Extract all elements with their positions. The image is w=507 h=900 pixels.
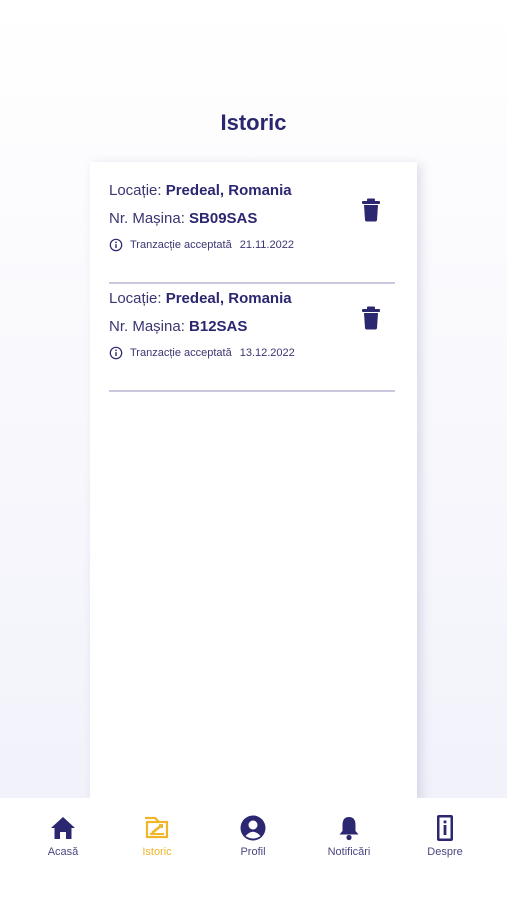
history-card: Locație: Predeal, Romania Nr. Mașina: SB… <box>90 162 417 802</box>
nav-item-istoric[interactable]: Istoric <box>117 814 197 858</box>
transaction-date: 21.11.2022 <box>239 239 294 251</box>
location-value: Predeal, Romania <box>165 290 292 307</box>
nav-label: Notificări <box>327 846 371 858</box>
plate-line: Nr. Mașina: SB09SAS <box>109 210 257 227</box>
profile-icon <box>240 815 266 841</box>
delete-trash-icon[interactable] <box>361 306 381 330</box>
plate-value: B12SAS <box>189 318 248 335</box>
nav-label: Despre <box>427 846 463 858</box>
history-entry: Locație: Predeal, Romania Nr. Mașina: B1… <box>109 282 395 392</box>
history-entry: Locație: Predeal, Romania Nr. Mașina: SB… <box>109 174 395 284</box>
home-icon <box>51 817 75 839</box>
info-icon <box>109 346 123 360</box>
location-label: Locație: <box>109 290 166 307</box>
bottom-navigation: Acasă Istoric Profil Notificări Despre <box>0 798 507 900</box>
nav-label: Acasă <box>47 846 79 858</box>
location-value: Predeal, Romania <box>165 182 292 199</box>
nav-item-acasa[interactable]: Acasă <box>23 814 103 858</box>
transaction-status: Tranzacție acceptată 13.12.2022 <box>109 346 295 360</box>
delete-trash-icon[interactable] <box>361 198 381 222</box>
status-text: Tranzacție acceptată <box>130 347 232 359</box>
nav-item-despre[interactable]: Despre <box>405 814 485 858</box>
bell-icon <box>339 817 359 841</box>
history-icon <box>145 816 169 839</box>
nav-item-profil[interactable]: Profil <box>213 814 293 858</box>
plate-value: SB09SAS <box>189 210 258 227</box>
transaction-date: 13.12.2022 <box>239 347 295 359</box>
plate-label: Nr. Mașina: <box>109 210 190 227</box>
location-line: Locație: Predeal, Romania <box>109 182 292 199</box>
transaction-status: Tranzacție acceptată 21.11.2022 <box>109 238 294 252</box>
info-icon <box>109 238 123 252</box>
location-line: Locație: Predeal, Romania <box>109 290 292 307</box>
status-text: Tranzacție acceptată <box>130 239 232 251</box>
nav-label: Istoric <box>142 846 172 858</box>
info-phone-icon <box>437 815 453 841</box>
nav-item-notificari[interactable]: Notificări <box>309 814 389 858</box>
location-label: Locație: <box>109 182 166 199</box>
plate-label: Nr. Mașina: <box>109 318 190 335</box>
page-title: Istoric <box>220 110 287 135</box>
plate-line: Nr. Mașina: B12SAS <box>109 318 247 335</box>
nav-label: Profil <box>240 846 266 858</box>
